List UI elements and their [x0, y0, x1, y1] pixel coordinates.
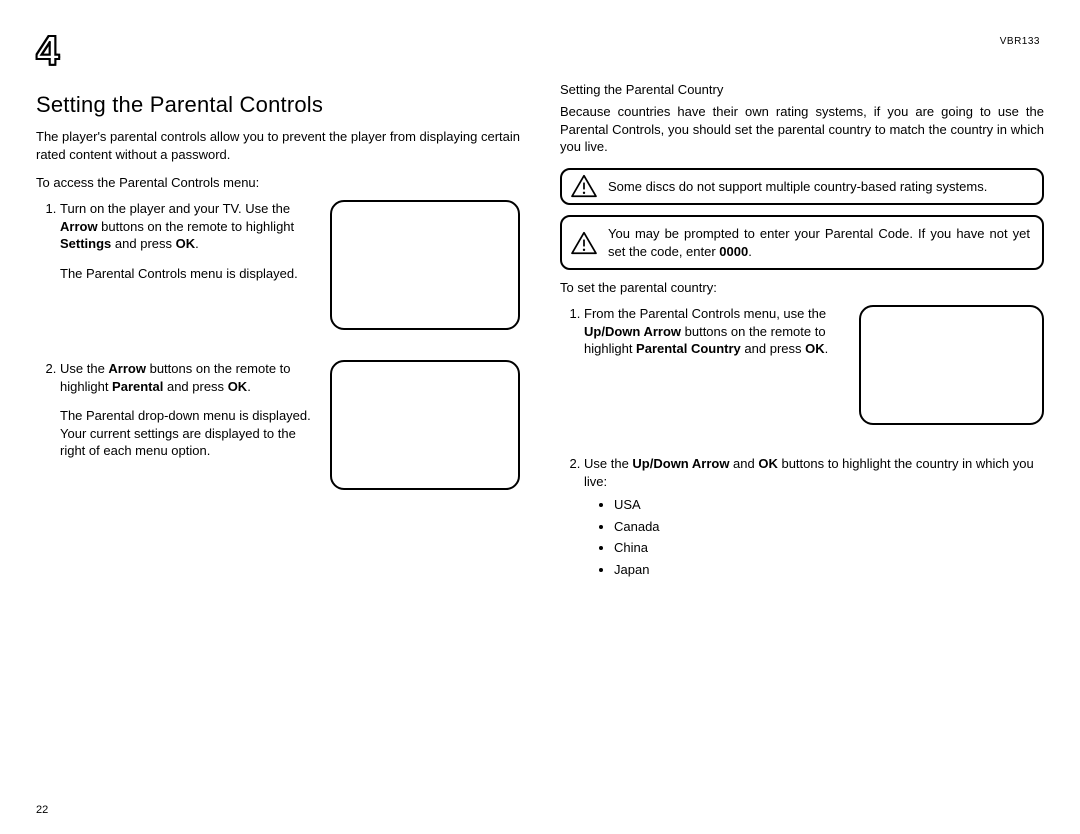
warning-icon — [570, 174, 598, 198]
list-item: Canada — [614, 518, 1044, 536]
list-item: China — [614, 539, 1044, 557]
country-steps: From the Parental Controls menu, use the… — [560, 305, 1044, 578]
page-number: 22 — [36, 804, 48, 816]
page-content: 4 Setting the Parental Controls The play… — [0, 0, 1080, 629]
list-item: Japan — [614, 561, 1044, 579]
country-step-1-text: From the Parental Controls menu, use the… — [584, 305, 843, 358]
country-step-2-text: Use the Up/Down Arrow and OK buttons to … — [584, 455, 1044, 578]
step-2: Use the Arrow buttons on the remote to h… — [60, 360, 520, 490]
step-1-result: The Parental Controls menu is displayed. — [60, 265, 314, 283]
warning-note-2: You may be prompted to enter your Parent… — [560, 215, 1044, 270]
screenshot-placeholder — [330, 200, 520, 330]
chapter-number: 4 — [36, 30, 59, 72]
step-2-text: Use the Arrow buttons on the remote to h… — [60, 360, 314, 460]
country-lead: To set the parental country: — [560, 280, 1044, 295]
step-2-result: The Parental drop-down menu is displayed… — [60, 407, 314, 460]
country-step-1: From the Parental Controls menu, use the… — [584, 305, 1044, 425]
screenshot-placeholder — [330, 360, 520, 490]
left-column: 4 Setting the Parental Controls The play… — [36, 30, 520, 609]
right-column: Setting the Parental Country Because cou… — [560, 30, 1044, 609]
screenshot-placeholder — [859, 305, 1044, 425]
access-lead: To access the Parental Controls menu: — [36, 175, 520, 190]
warning-icon — [570, 231, 598, 255]
list-item: USA — [614, 496, 1044, 514]
subsection-heading: Setting the Parental Country — [560, 82, 1044, 97]
country-list: USA Canada China Japan — [584, 496, 1044, 578]
country-intro: Because countries have their own rating … — [560, 103, 1044, 156]
model-label: VBR133 — [1000, 36, 1040, 47]
section-heading: Setting the Parental Controls — [36, 92, 520, 118]
steps-list: Turn on the player and your TV. Use the … — [36, 200, 520, 490]
country-step-2: Use the Up/Down Arrow and OK buttons to … — [584, 455, 1044, 578]
warning-note-1: Some discs do not support multiple count… — [560, 168, 1044, 206]
intro-paragraph: The player's parental controls allow you… — [36, 128, 520, 163]
step-1-text: Turn on the player and your TV. Use the … — [60, 200, 314, 282]
step-1: Turn on the player and your TV. Use the … — [60, 200, 520, 330]
